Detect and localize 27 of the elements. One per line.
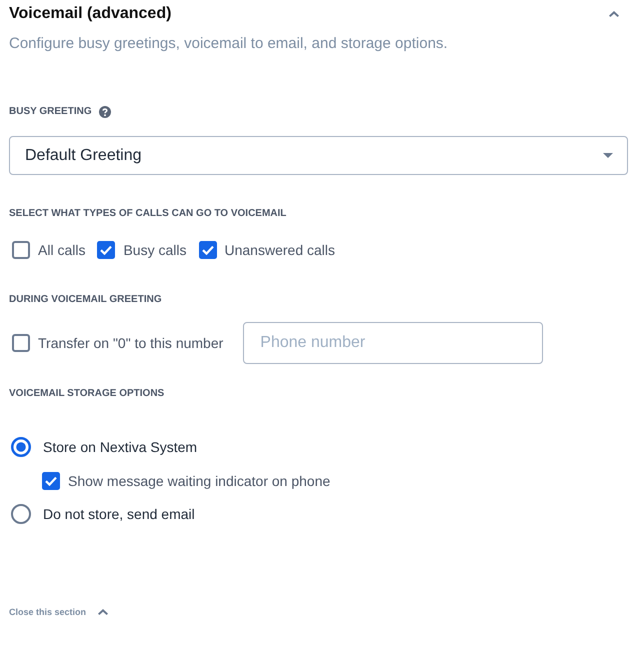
help-icon[interactable] [98,106,111,118]
greeting-dropdown[interactable]: Default Greeting [9,136,628,175]
field-label: VOICEMAIL STORAGE OPTIONS [9,387,166,401]
section-description: Configure busy greetings, voicemail to email, and storage options. [9,34,449,54]
checkbox[interactable] [97,241,116,259]
caret-icon [603,153,613,158]
radio-button[interactable] [11,504,31,524]
phone-number-field[interactable]: Phone number [243,322,544,364]
checkbox[interactable] [12,334,30,352]
radio-label: Store on Nextiva System [43,438,198,457]
checkbox[interactable] [198,241,216,259]
checkbox-label: Unanswered calls [224,241,335,259]
checkbox-label: Busy calls [123,241,186,259]
checkbox-label: Show message waiting indicator on phone [68,472,330,490]
checkbox-label: Transfer on "0" to this number [38,334,224,352]
checkbox[interactable] [12,241,30,259]
collapse-button[interactable] [609,9,619,19]
section-title: Voicemail (advanced) [9,4,172,24]
radio-label: Do not store, send email [43,505,195,524]
chevron-icon[interactable] [98,609,108,615]
field-label: SELECT WHAT TYPES OF CALLS CAN GO TO VOICEMAIL [9,207,288,221]
field-label: DURING VOICEMAIL GREETING [9,293,163,307]
chevron-icon [609,11,619,17]
field-label: BUSY GREETING [9,105,92,119]
checkbox[interactable] [42,472,60,490]
checkbox-label: All calls [38,241,86,259]
radio-button[interactable] [11,437,31,457]
